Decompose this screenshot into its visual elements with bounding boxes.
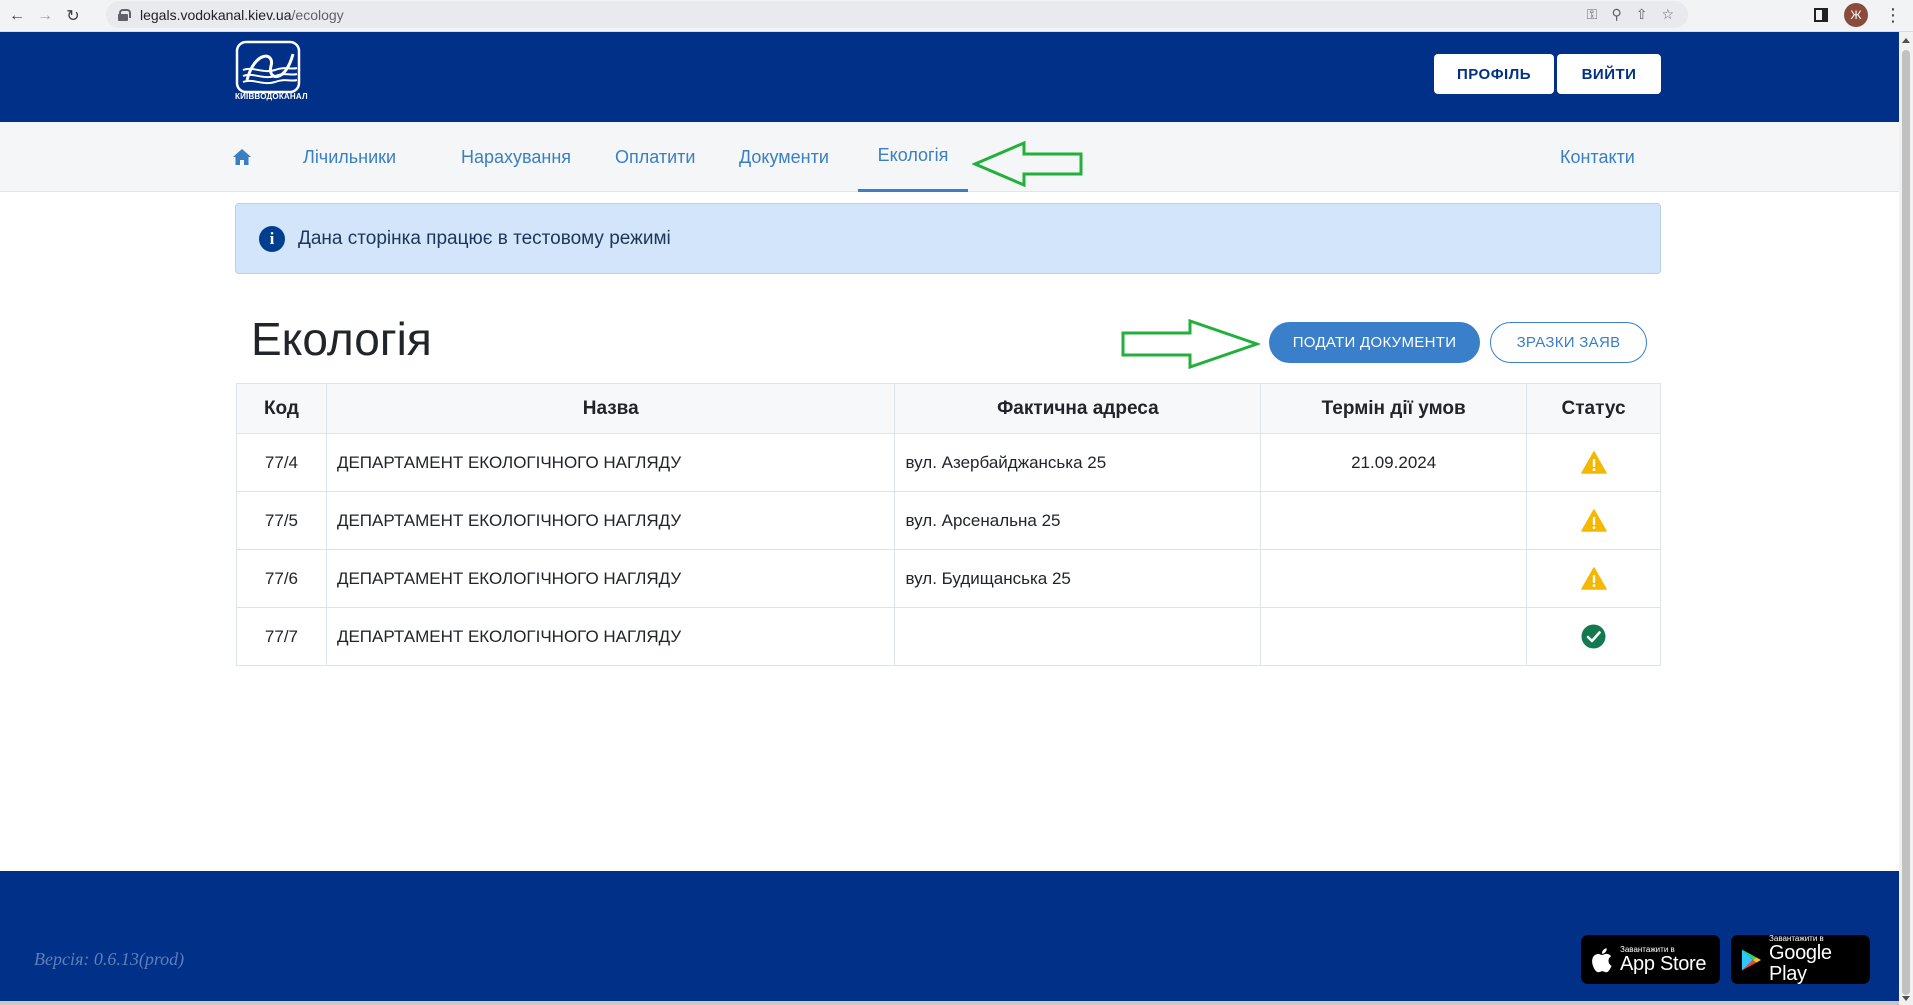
nav-item-ecology[interactable]: Екологія: [858, 122, 968, 192]
cell-status: [1526, 549, 1661, 608]
version-label: Версія: 0.6.13(prod): [34, 949, 185, 969]
cell-code: 77/7: [236, 607, 327, 666]
nav-item-charges[interactable]: Нарахування: [461, 122, 571, 192]
nav-item-contacts[interactable]: Контакти: [1560, 122, 1635, 192]
google-play-text: Завантажити в Google Play: [1769, 934, 1870, 985]
cell-name: ДЕПАРТАМЕНТ ЕКОЛОГІЧНОГО НАГЛЯДУ: [325, 433, 896, 492]
site-footer: Версія: 0.6.13(prod) Завантажити в App S…: [0, 871, 1899, 1005]
bookmark-star-icon[interactable]: ☆: [1661, 6, 1674, 23]
address-bar[interactable]: legals.vodokanal.kiev.ua/ecology ⚿ ⚲ ⇧ ☆: [106, 1, 1688, 28]
share-icon[interactable]: ⇧: [1636, 6, 1648, 23]
cell-code: 77/4: [236, 433, 327, 492]
column-header-status[interactable]: Статус: [1526, 383, 1661, 434]
info-icon: i: [259, 225, 285, 252]
cell-status: [1526, 607, 1661, 666]
back-icon[interactable]: ←: [6, 5, 28, 27]
nav-item-pay[interactable]: Оплатити: [615, 122, 695, 192]
app-store-badge[interactable]: Завантажити в App Store: [1581, 935, 1720, 984]
warning-icon: [1580, 451, 1607, 474]
table-row[interactable]: 77/4 ДЕПАРТАМЕНТ ЕКОЛОГІЧНОГО НАГЛЯДУ ву…: [236, 433, 1661, 492]
column-header-term[interactable]: Термін дії умов: [1260, 383, 1528, 434]
logout-button[interactable]: ВИЙТИ: [1557, 54, 1661, 94]
url-path: /ecology: [291, 6, 344, 23]
google-play-big-text: Google Play: [1769, 942, 1832, 985]
page: ← → ↻ legals.vodokanal.kiev.ua/ecology ⚿…: [0, 0, 1913, 1005]
nav-item-meters[interactable]: Лічильники: [303, 122, 396, 192]
browser-toolbar: ← → ↻ legals.vodokanal.kiev.ua/ecology ⚿…: [0, 0, 1913, 32]
check-circle-icon: [1581, 624, 1606, 649]
app-store-text: Завантажити в App Store: [1620, 945, 1707, 975]
app-store-big-text: App Store: [1620, 952, 1707, 975]
cell-address: вул. Азербайджанська 25: [894, 433, 1262, 492]
cell-status: [1526, 433, 1661, 492]
cell-name: ДЕПАРТАМЕНТ ЕКОЛОГІЧНОГО НАГЛЯДУ: [325, 607, 896, 666]
cell-name: ДЕПАРТАМЕНТ ЕКОЛОГІЧНОГО НАГЛЯДУ: [325, 491, 896, 550]
google-play-badge[interactable]: Завантажити в Google Play: [1731, 934, 1870, 985]
cell-status: [1526, 491, 1661, 550]
page-title: Екологія: [251, 313, 432, 365]
home-icon[interactable]: [232, 148, 252, 166]
warning-icon: [1580, 509, 1607, 532]
main-nav: Лічильники Нарахування Оплатити Документ…: [0, 122, 1899, 192]
cell-term: [1260, 491, 1528, 550]
table-row[interactable]: 77/5 ДЕПАРТАМЕНТ ЕКОЛОГІЧНОГО НАГЛЯДУ ву…: [236, 491, 1661, 550]
zoom-icon[interactable]: ⚲: [1611, 6, 1621, 23]
submit-documents-button[interactable]: ПОДАТИ ДОКУМЕНТИ: [1269, 322, 1480, 363]
profile-button[interactable]: ПРОФІЛЬ: [1434, 54, 1554, 94]
site-header: КИЇВВОДОКАНАЛ ПРОФІЛЬ ВИЙТИ: [0, 32, 1899, 122]
cell-name: ДЕПАРТАМЕНТ ЕКОЛОГІЧНОГО НАГЛЯДУ: [325, 549, 896, 608]
scrollbar-thumb[interactable]: [1902, 50, 1910, 995]
cell-code: 77/6: [236, 549, 327, 608]
forward-icon[interactable]: →: [34, 5, 56, 27]
cell-code: 77/5: [236, 491, 327, 550]
test-mode-alert: i Дана сторінка працює в тестовому режим…: [235, 203, 1661, 274]
logo-text: КИЇВВОДОКАНАЛ: [235, 92, 308, 101]
cell-address: [894, 607, 1262, 666]
annotation-arrow-left-icon: [972, 140, 1083, 188]
application-samples-button[interactable]: ЗРАЗКИ ЗАЯВ: [1490, 322, 1647, 363]
page-scrollbar[interactable]: [1899, 32, 1913, 1005]
google-play-icon: [1741, 948, 1762, 971]
omnibox-actions: ⚿ ⚲ ⇧ ☆: [1587, 1, 1688, 28]
menu-dots-icon[interactable]: ⋮: [1884, 6, 1902, 24]
scroll-down-icon[interactable]: [1902, 996, 1910, 1001]
alert-text: Дана сторінка працює в тестовому режимі: [298, 227, 671, 249]
table-row[interactable]: 77/7 ДЕПАРТАМЕНТ ЕКОЛОГІЧНОГО НАГЛЯДУ: [236, 607, 1661, 666]
warning-icon: [1580, 567, 1607, 590]
cell-term: [1260, 549, 1528, 608]
annotation-arrow-right-icon: [1121, 318, 1260, 370]
column-header-code[interactable]: Код: [236, 383, 327, 434]
reload-icon[interactable]: ↻: [62, 5, 84, 27]
cell-term: 21.09.2024: [1260, 433, 1528, 492]
lock-icon: [118, 8, 131, 21]
url-host: legals.vodokanal.kiev.ua: [140, 6, 292, 23]
cell-address: вул. Будищанська 25: [894, 549, 1262, 608]
browser-actions: Ж ⋮: [1814, 3, 1902, 27]
profile-avatar[interactable]: Ж: [1844, 3, 1868, 27]
nav-item-documents[interactable]: Документи: [739, 122, 829, 192]
taskbar-edge: [0, 1001, 1899, 1005]
cell-term: [1260, 607, 1528, 666]
scroll-up-icon[interactable]: [1902, 38, 1910, 43]
ecology-table: Код Назва Фактична адреса Термін дії умо…: [236, 383, 1661, 666]
cell-address: вул. Арсенальна 25: [894, 491, 1262, 550]
table-header-row: Код Назва Фактична адреса Термін дії умо…: [236, 383, 1661, 434]
column-header-name[interactable]: Назва: [325, 383, 896, 434]
table-row[interactable]: 77/6 ДЕПАРТАМЕНТ ЕКОЛОГІЧНОГО НАГЛЯДУ ву…: [236, 549, 1661, 608]
column-header-address[interactable]: Фактична адреса: [894, 383, 1262, 434]
side-panel-icon[interactable]: [1814, 8, 1828, 22]
key-icon[interactable]: ⚿: [1587, 6, 1598, 23]
apple-icon: [1592, 947, 1612, 972]
